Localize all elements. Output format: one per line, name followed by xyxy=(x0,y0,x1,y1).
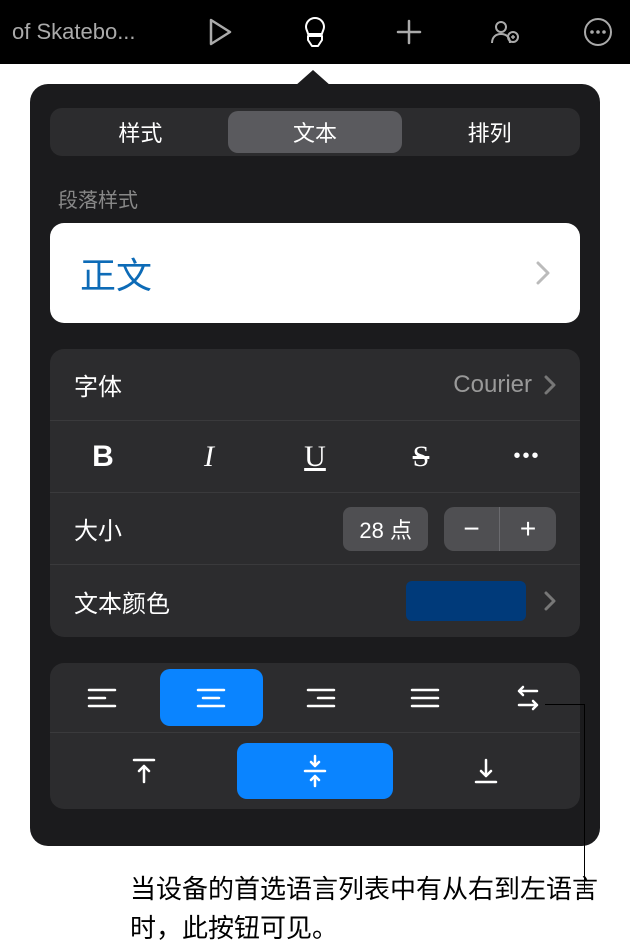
bold-button[interactable]: B xyxy=(50,421,156,492)
alignment-card xyxy=(50,663,580,809)
paragraph-style-value: 正文 xyxy=(80,247,152,299)
font-value: Courier xyxy=(453,371,556,399)
top-toolbar: of Skatebo... xyxy=(0,0,630,64)
popover-arrow xyxy=(295,70,331,86)
segmented-control: 样式 文本 排列 xyxy=(50,108,580,156)
chevron-right-icon xyxy=(544,591,556,611)
brush-icon[interactable] xyxy=(295,12,335,52)
more-icon[interactable] xyxy=(578,12,618,52)
font-card: 字体 Courier B I U S ••• 大小 28 点 − + 文本 xyxy=(50,349,580,637)
strikethrough-button[interactable]: S xyxy=(368,421,474,492)
align-right-button[interactable] xyxy=(269,663,373,732)
text-style-row: B I U S ••• xyxy=(50,421,580,493)
play-icon[interactable] xyxy=(200,12,240,52)
chevron-right-icon xyxy=(536,261,550,285)
size-value[interactable]: 28 点 xyxy=(343,507,428,551)
align-left-button[interactable] xyxy=(50,663,154,732)
underline-button[interactable]: U xyxy=(262,421,368,492)
callout-leader-line xyxy=(545,704,585,892)
plus-icon[interactable] xyxy=(389,12,429,52)
valign-top-button[interactable] xyxy=(66,743,221,799)
tab-style[interactable]: 样式 xyxy=(53,111,228,153)
tab-arrange[interactable]: 排列 xyxy=(402,111,577,153)
valign-middle-button[interactable] xyxy=(237,743,392,799)
font-label: 字体 xyxy=(74,367,122,402)
font-row[interactable]: 字体 Courier xyxy=(50,349,580,421)
callout-text: 当设备的首选语言列表中有从右到左语言时，此按钮可见。 xyxy=(130,870,600,948)
align-center-button[interactable] xyxy=(160,669,264,726)
size-increase-button[interactable]: + xyxy=(500,507,556,551)
size-stepper: − + xyxy=(444,507,556,551)
size-label: 大小 xyxy=(74,511,122,546)
collaborate-icon[interactable] xyxy=(484,12,524,52)
horizontal-align-row xyxy=(50,663,580,733)
paragraph-style-row[interactable]: 正文 xyxy=(50,223,580,323)
align-justify-button[interactable] xyxy=(373,663,477,732)
size-row: 大小 28 点 − + xyxy=(50,493,580,565)
format-popover: 样式 文本 排列 段落样式 正文 字体 Courier B I U S ••• … xyxy=(30,84,600,846)
toolbar-actions xyxy=(180,12,618,52)
text-color-label: 文本颜色 xyxy=(74,584,170,619)
paragraph-style-label: 段落样式 xyxy=(58,184,572,213)
size-decrease-button[interactable]: − xyxy=(444,507,500,551)
vertical-align-row xyxy=(50,733,580,809)
color-swatch[interactable] xyxy=(406,581,526,621)
more-styles-button[interactable]: ••• xyxy=(474,421,580,492)
italic-button[interactable]: I xyxy=(156,421,262,492)
document-title: of Skatebo... xyxy=(12,19,162,45)
tab-text[interactable]: 文本 xyxy=(228,111,403,153)
valign-bottom-button[interactable] xyxy=(409,743,564,799)
text-color-row[interactable]: 文本颜色 xyxy=(50,565,580,637)
